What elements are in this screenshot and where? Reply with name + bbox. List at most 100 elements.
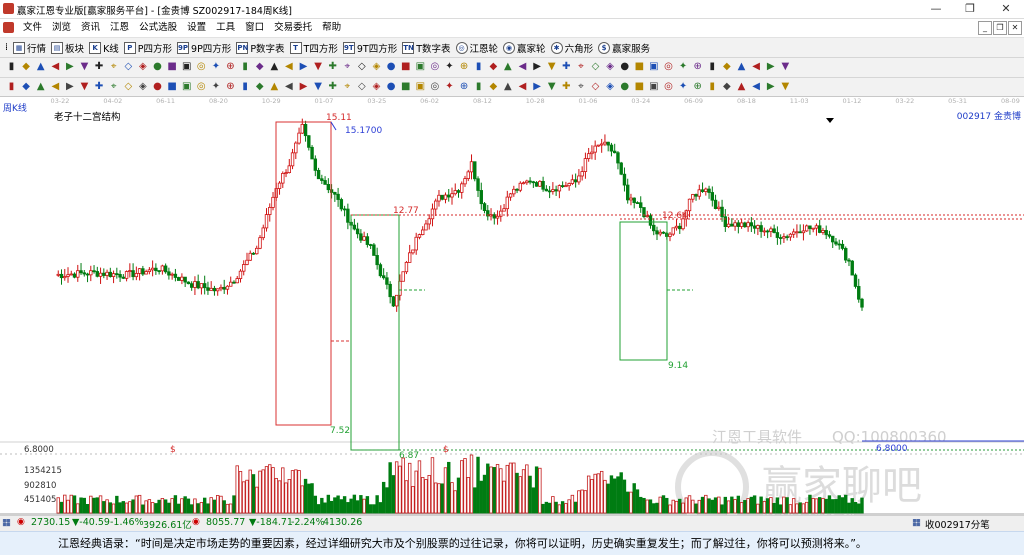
drawing-tool-icon[interactable]: ▼: [313, 61, 324, 73]
drawing-tool-icon[interactable]: ▮: [240, 61, 251, 73]
gann-tool-icon[interactable]: ▣: [648, 81, 659, 93]
gann-tool-icon[interactable]: ◇: [356, 81, 367, 93]
gann-tool-icon[interactable]: ✚: [327, 81, 338, 93]
gann-tool-icon[interactable]: ●: [386, 81, 397, 93]
toolbar-button-11[interactable]: ✱ 六角形: [550, 41, 593, 55]
drawing-tool-icon[interactable]: ■: [167, 61, 178, 73]
drawing-tool-icon[interactable]: ▮: [473, 61, 484, 73]
drawing-tool-icon[interactable]: ▣: [648, 61, 659, 73]
toolbar-button-4[interactable]: 9P 9P四方形: [177, 41, 231, 55]
toolbar-button-8[interactable]: TN T数字表: [402, 41, 451, 55]
drawing-tool-icon[interactable]: ●: [386, 61, 397, 73]
gann-tool-icon[interactable]: ◀: [50, 81, 61, 93]
gann-tool-icon[interactable]: ▼: [546, 81, 557, 93]
drawing-tool-icon[interactable]: ✚: [327, 61, 338, 73]
gann-tool-icon[interactable]: ▮: [473, 81, 484, 93]
gann-tool-icon[interactable]: ◀: [283, 81, 294, 93]
gann-tool-icon[interactable]: ◈: [137, 81, 148, 93]
gann-tool-icon[interactable]: ⊕: [225, 81, 236, 93]
toolbar-button-12[interactable]: $ 赢家服务: [598, 41, 650, 55]
drawing-tool-icon[interactable]: ◀: [283, 61, 294, 73]
drawing-tool-icon[interactable]: ▲: [35, 61, 46, 73]
menu-item-7[interactable]: 窗口: [240, 19, 269, 37]
gann-tool-icon[interactable]: ●: [619, 81, 630, 93]
drawing-tool-icon[interactable]: ▶: [532, 61, 543, 73]
gann-tool-icon[interactable]: ◇: [123, 81, 134, 93]
gann-tool-icon[interactable]: ▮: [240, 81, 251, 93]
toolbar-button-9[interactable]: ◎ 江恩轮: [455, 41, 498, 55]
gann-tool-icon[interactable]: ◀: [517, 81, 528, 93]
drawing-tool-icon[interactable]: ◇: [123, 61, 134, 73]
gann-tool-icon[interactable]: ▼: [79, 81, 90, 93]
drawing-tool-icon[interactable]: ◈: [137, 61, 148, 73]
drawing-tool-icon[interactable]: ▶: [64, 61, 75, 73]
gann-tool-icon[interactable]: ▲: [736, 81, 747, 93]
drawing-tool-icon[interactable]: ◀: [50, 61, 61, 73]
menu-item-5[interactable]: 设置: [182, 19, 211, 37]
gann-tool-icon[interactable]: ✦: [210, 81, 221, 93]
gann-tool-icon[interactable]: ▼: [313, 81, 324, 93]
drawing-tool-icon[interactable]: ●: [619, 61, 630, 73]
gann-tool-icon[interactable]: ▣: [181, 81, 192, 93]
drawing-tool-icon[interactable]: ▼: [780, 61, 791, 73]
app-menu-icon[interactable]: [3, 22, 14, 33]
gann-tool-icon[interactable]: ✚: [561, 81, 572, 93]
gann-tool-icon[interactable]: ⊕: [459, 81, 470, 93]
drawing-tool-icon[interactable]: ◎: [196, 61, 207, 73]
drawing-tool-icon[interactable]: ✚: [94, 61, 105, 73]
drawing-tool-icon[interactable]: ✦: [210, 61, 221, 73]
gann-tool-icon[interactable]: ⌖: [342, 81, 353, 93]
gann-tool-icon[interactable]: ◇: [590, 81, 601, 93]
toolbar-button-2[interactable]: K K线: [89, 41, 119, 55]
menu-item-4[interactable]: 公式选股: [134, 19, 182, 37]
drawing-tool-icon[interactable]: ◈: [605, 61, 616, 73]
drawing-tool-icon[interactable]: ◆: [488, 61, 499, 73]
drawing-tool-icon[interactable]: ▼: [79, 61, 90, 73]
gann-tool-icon[interactable]: ⌖: [575, 81, 586, 93]
toolbar-button-1[interactable]: ▤ 板块: [51, 41, 84, 55]
close-button[interactable]: ✕: [988, 0, 1024, 18]
drawing-tool-icon[interactable]: ▲: [736, 61, 747, 73]
drawing-tool-icon[interactable]: ◆: [21, 61, 32, 73]
gann-tool-icon[interactable]: ▲: [35, 81, 46, 93]
gann-tool-icon[interactable]: ●: [152, 81, 163, 93]
drawing-tool-icon[interactable]: ⊕: [692, 61, 703, 73]
drawing-tool-icon[interactable]: ✚: [561, 61, 572, 73]
menu-item-1[interactable]: 浏览: [47, 19, 76, 37]
gann-tool-icon[interactable]: ▶: [765, 81, 776, 93]
drawing-tool-icon[interactable]: ⌖: [108, 61, 119, 73]
mdi-close-button[interactable]: ✕: [1008, 21, 1022, 35]
drawing-tool-icon[interactable]: ▣: [181, 61, 192, 73]
gann-tool-icon[interactable]: ▼: [780, 81, 791, 93]
drawing-tool-icon[interactable]: ▼: [546, 61, 557, 73]
minimize-button[interactable]: —: [918, 0, 954, 18]
tick-detail-label[interactable]: 收002917分笔: [925, 517, 990, 531]
gann-tool-icon[interactable]: ◆: [488, 81, 499, 93]
drawing-tool-icon[interactable]: ⊕: [225, 61, 236, 73]
gann-tool-icon[interactable]: ■: [634, 81, 645, 93]
drawing-tool-icon[interactable]: ⌖: [342, 61, 353, 73]
gann-tool-icon[interactable]: ✦: [444, 81, 455, 93]
mdi-minimize-button[interactable]: _: [978, 21, 992, 35]
toolbar-button-7[interactable]: 9T 9T四方形: [342, 41, 397, 55]
gann-tool-icon[interactable]: ▶: [532, 81, 543, 93]
status-grid-icon[interactable]: ▦: [912, 517, 921, 528]
drawing-tool-icon[interactable]: ⌖: [575, 61, 586, 73]
drawing-tool-icon[interactable]: ◇: [356, 61, 367, 73]
drawing-tool-icon[interactable]: ▮: [707, 61, 718, 73]
maximize-button[interactable]: ❐: [952, 0, 988, 18]
drawing-tool-icon[interactable]: ⊕: [459, 61, 470, 73]
gann-tool-icon[interactable]: ◀: [751, 81, 762, 93]
grid-status-icon[interactable]: ▦: [2, 517, 11, 528]
gann-tool-icon[interactable]: ◎: [429, 81, 440, 93]
drawing-tool-icon[interactable]: ◆: [254, 61, 265, 73]
menu-item-0[interactable]: 文件: [18, 19, 47, 37]
toolbar-button-6[interactable]: T T四方形: [289, 41, 338, 55]
kline-chart[interactable]: 江恩工具软件QQ:100800360赢家聊吧jiaoba.yjcs.cn15.1…: [0, 97, 1024, 515]
gann-tool-icon[interactable]: ◈: [605, 81, 616, 93]
toolbar-button-3[interactable]: P P四方形: [123, 41, 172, 55]
drawing-tool-icon[interactable]: ◎: [429, 61, 440, 73]
gann-tool-icon[interactable]: ◈: [371, 81, 382, 93]
gann-tool-icon[interactable]: ▣: [415, 81, 426, 93]
drawing-tool-icon[interactable]: ◆: [721, 61, 732, 73]
